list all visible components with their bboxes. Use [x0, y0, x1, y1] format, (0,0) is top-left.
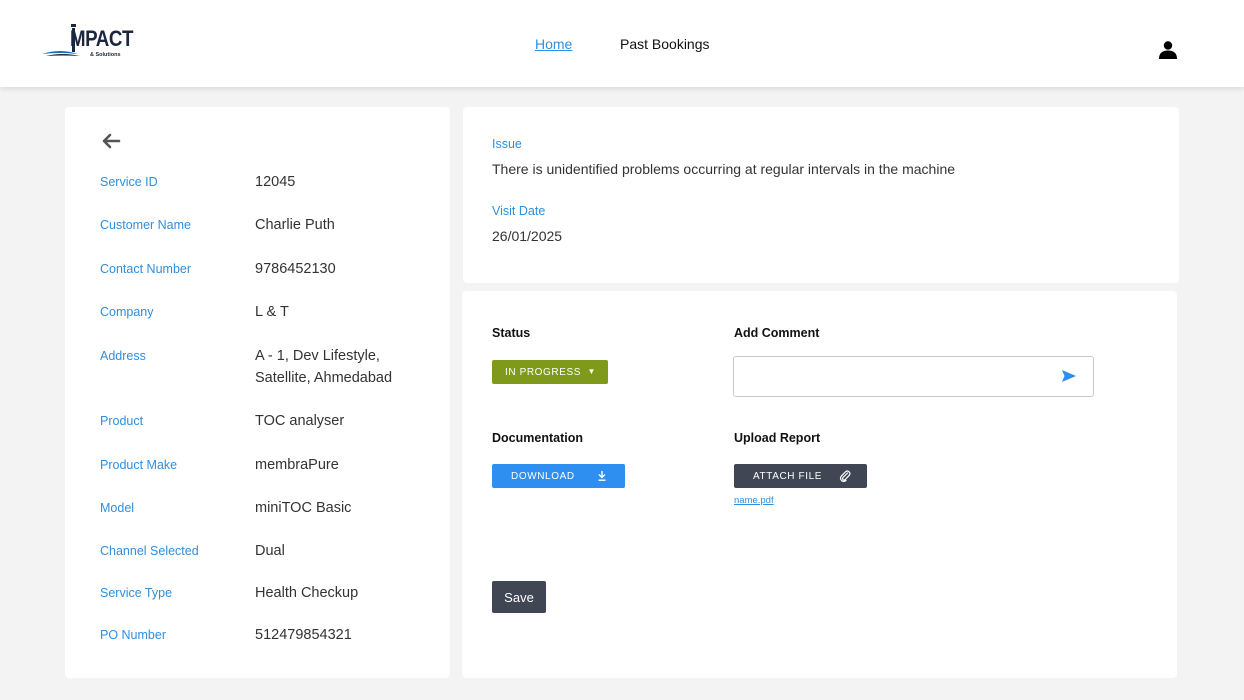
download-button-label: DOWNLOAD	[511, 471, 575, 482]
documentation-title: Documentation	[492, 431, 583, 445]
service-type-value: Health Checkup	[255, 585, 359, 601]
send-icon[interactable]	[1061, 369, 1077, 383]
nav-home-link[interactable]: Home	[535, 36, 572, 52]
model-label: Model	[100, 501, 135, 515]
service-type-label: Service Type	[100, 586, 173, 600]
address-label: Address	[100, 349, 146, 363]
attached-file-link[interactable]: name.pdf	[734, 495, 774, 506]
company-logo[interactable]: MPACT & Solutions	[40, 22, 150, 62]
product-make-label: Product Make	[100, 458, 178, 472]
product-label: Product	[100, 414, 144, 428]
logo-tagline: & Solutions	[90, 52, 121, 58]
top-navbar: MPACT & Solutions Home Past Bookings	[0, 0, 1244, 87]
po-number-label: PO Number	[100, 628, 166, 642]
logo-text: MPACT	[70, 26, 133, 51]
address-value-line1: A - 1, Dev Lifestyle,	[255, 348, 380, 364]
arrow-left-icon[interactable]	[100, 131, 122, 151]
product-value: TOC analyser	[255, 413, 345, 429]
download-button[interactable]: DOWNLOAD	[492, 464, 625, 488]
paperclip-icon	[839, 470, 851, 483]
po-number-value: 512479854321	[255, 627, 352, 643]
channel-selected-label: Channel Selected	[100, 544, 199, 558]
user-icon[interactable]	[1157, 40, 1179, 62]
visit-date-label: Visit Date	[492, 204, 546, 218]
nav-past-bookings-link[interactable]: Past Bookings	[620, 36, 710, 52]
visit-date-value: 26/01/2025	[492, 228, 563, 244]
company-label: Company	[100, 305, 154, 319]
status-dropdown-value: IN PROGRESS	[505, 366, 582, 378]
service-id-value: 12045	[255, 174, 296, 190]
address-value-line2: Satellite, Ahmedabad	[255, 370, 393, 386]
customer-name-value: Charlie Puth	[255, 217, 335, 233]
attach-file-button-label: ATTACH FILE	[753, 471, 823, 482]
service-id-label: Service ID	[100, 175, 158, 189]
comment-box	[733, 356, 1094, 397]
contact-number-value: 9786452130	[255, 261, 336, 277]
status-dropdown[interactable]: IN PROGRESS ▼	[492, 360, 608, 384]
save-button[interactable]: Save	[492, 581, 546, 613]
channel-selected-value: Dual	[255, 543, 285, 559]
caret-down-icon: ▼	[587, 367, 596, 376]
contact-number-label: Contact Number	[100, 262, 192, 276]
issue-text: There is unidentified problems occurring…	[492, 161, 956, 177]
company-value: L & T	[255, 304, 289, 320]
product-make-value: membraPure	[255, 457, 339, 473]
model-value: miniTOC Basic	[255, 500, 352, 516]
issue-label: Issue	[492, 137, 522, 151]
issue-card	[463, 107, 1179, 283]
download-icon	[598, 471, 606, 481]
status-title: Status	[492, 326, 531, 340]
upload-report-title: Upload Report	[734, 431, 821, 445]
customer-name-label: Customer Name	[100, 218, 191, 232]
add-comment-title: Add Comment	[734, 326, 820, 340]
comment-input[interactable]	[742, 365, 1052, 389]
attach-file-button[interactable]: ATTACH FILE	[734, 464, 867, 488]
